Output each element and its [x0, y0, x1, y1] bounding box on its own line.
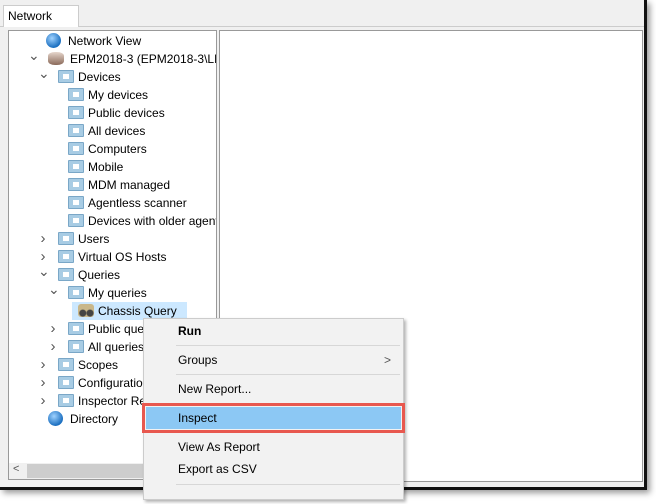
folder-icon: [58, 394, 74, 407]
menu-item-new-report[interactable]: New Report...: [146, 378, 401, 400]
chevron-down-icon[interactable]: ⌄: [38, 262, 50, 280]
folder-icon: [68, 340, 84, 353]
folder-icon: [68, 286, 84, 299]
tree-item-label: Agentless scanner: [88, 196, 187, 210]
folder-icon: [68, 178, 84, 191]
tree-item-label: Computers: [88, 142, 147, 156]
tree-item-label: Public devices: [88, 106, 165, 120]
tree-item-label: Directory: [70, 412, 119, 426]
binoculars-icon: [78, 304, 94, 317]
tree-item-label: Devices with older agent: [88, 214, 217, 228]
tree-item-label: Scopes: [78, 358, 119, 372]
database-icon: [48, 52, 64, 65]
folder-icon: [68, 88, 84, 101]
scroll-thumb[interactable]: [27, 464, 147, 478]
menu-separator: [176, 374, 400, 375]
chevron-right-icon[interactable]: ›: [48, 320, 58, 338]
tree-item-label: Configuration: [78, 376, 150, 390]
menu-separator: [176, 345, 400, 346]
globe-icon: [46, 33, 61, 48]
tab-strip: [0, 26, 644, 27]
tree-item-label: Devices: [78, 70, 121, 84]
tree-item-label: My queries: [88, 286, 147, 300]
menu-item-view-as-report[interactable]: View As Report: [146, 436, 401, 458]
tree-item-label: All queries: [88, 340, 145, 354]
folder-icon: [68, 196, 84, 209]
folder-icon: [68, 142, 84, 155]
chevron-right-icon[interactable]: ›: [38, 392, 48, 410]
tree-item-label: Mobile: [88, 160, 124, 174]
tree-item-label: All devices: [88, 124, 146, 138]
menu-separator: [176, 484, 400, 485]
context-menu: Run Groups > New Report... Inspect View A…: [142, 318, 405, 500]
chevron-down-icon[interactable]: ⌄: [28, 46, 40, 64]
folder-icon: [68, 322, 84, 335]
tree-item-label: My devices: [88, 88, 149, 102]
submenu-arrow-icon: >: [383, 353, 391, 367]
folder-icon: [68, 214, 84, 227]
chevron-right-icon[interactable]: ›: [38, 356, 48, 374]
folder-icon: [58, 70, 74, 83]
menu-item-inspect[interactable]: Inspect: [142, 403, 405, 433]
folder-icon: [68, 124, 84, 137]
menu-item-label: Groups: [178, 353, 218, 367]
menu-item-export-csv[interactable]: Export as CSV: [146, 458, 401, 480]
menu-item-run[interactable]: Run: [146, 320, 401, 342]
chevron-right-icon[interactable]: ›: [38, 374, 48, 392]
folder-icon: [58, 232, 74, 245]
tab-network-view[interactable]: Network View: [3, 5, 79, 43]
tree-item-label: Network View: [68, 34, 142, 48]
tree-item-label: Users: [78, 232, 110, 246]
tree-item-label: Queries: [78, 268, 121, 282]
chevron-right-icon[interactable]: ›: [38, 230, 48, 248]
chevron-down-icon[interactable]: ⌄: [48, 280, 60, 298]
folder-icon: [58, 250, 74, 263]
tree-item-label: Virtual OS Hosts: [78, 250, 167, 264]
folder-icon: [58, 358, 74, 371]
folder-icon: [68, 106, 84, 119]
folder-icon: [58, 268, 74, 281]
folder-icon: [58, 376, 74, 389]
scroll-left-icon[interactable]: <: [13, 463, 19, 475]
menu-item-groups[interactable]: Groups >: [146, 349, 401, 371]
chevron-right-icon[interactable]: ›: [48, 338, 58, 356]
tree-item-label: MDM managed: [88, 178, 171, 192]
folder-icon: [68, 160, 84, 173]
chevron-down-icon[interactable]: ⌄: [38, 64, 50, 82]
tree-item-label: EPM2018-3 (EPM2018-3\LD: [70, 52, 217, 66]
globe-icon: [48, 411, 63, 426]
